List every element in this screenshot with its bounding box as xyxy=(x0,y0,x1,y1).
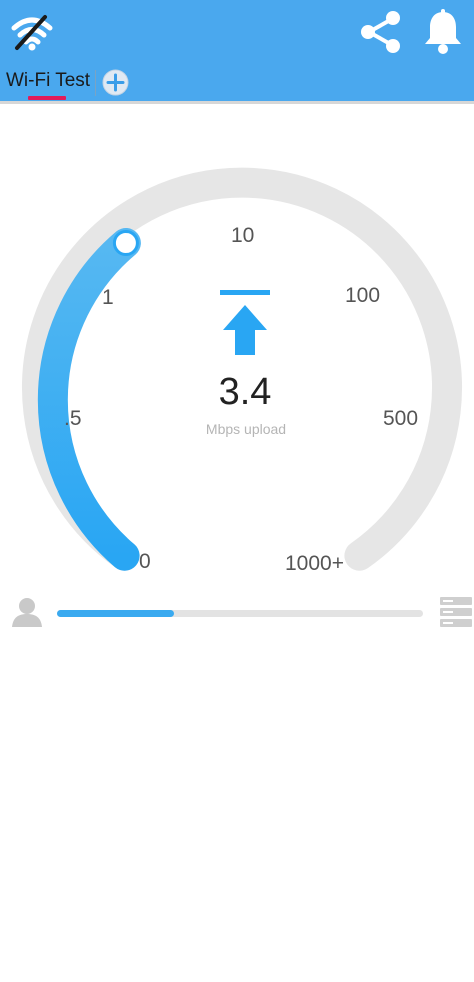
server-icon xyxy=(440,597,472,627)
gauge-tick-label: 500 xyxy=(383,407,418,430)
gauge-tick-label: 0 xyxy=(139,550,151,573)
upload-arrow-icon xyxy=(220,290,270,355)
plus-circle-icon[interactable] xyxy=(102,69,129,96)
user-icon xyxy=(12,598,42,627)
app-root: Wi-Fi Test 0 .5 1 10 100 500 1000+ 3.4 M… xyxy=(0,0,474,982)
gauge-tick-label: 100 xyxy=(345,284,380,307)
wifi-signal-icon xyxy=(11,15,53,51)
tab-divider xyxy=(95,70,96,96)
test-progress-fill xyxy=(57,610,175,617)
speed-value: 3.4 xyxy=(219,371,272,413)
gauge-tick-label: .5 xyxy=(64,407,82,430)
tab-wifi-test[interactable]: Wi-Fi Test xyxy=(6,70,90,98)
active-tab-indicator xyxy=(28,96,66,100)
gauge-tick-label: 1000+ xyxy=(285,552,344,575)
app-header: Wi-Fi Test xyxy=(0,0,474,104)
gauge-needle-knob xyxy=(112,230,139,256)
test-progress-bar xyxy=(57,610,423,617)
gauge-tick-label: 10 xyxy=(231,224,254,247)
gauge-tick-label: 1 xyxy=(102,286,114,309)
speed-gauge: 0 .5 1 10 100 500 1000+ 3.4 Mbps upload xyxy=(22,167,462,575)
share-icon[interactable] xyxy=(356,8,404,56)
bell-icon[interactable] xyxy=(420,8,466,56)
speed-unit-label: Mbps upload xyxy=(206,421,286,437)
tab-bar: Wi-Fi Test xyxy=(0,64,474,100)
